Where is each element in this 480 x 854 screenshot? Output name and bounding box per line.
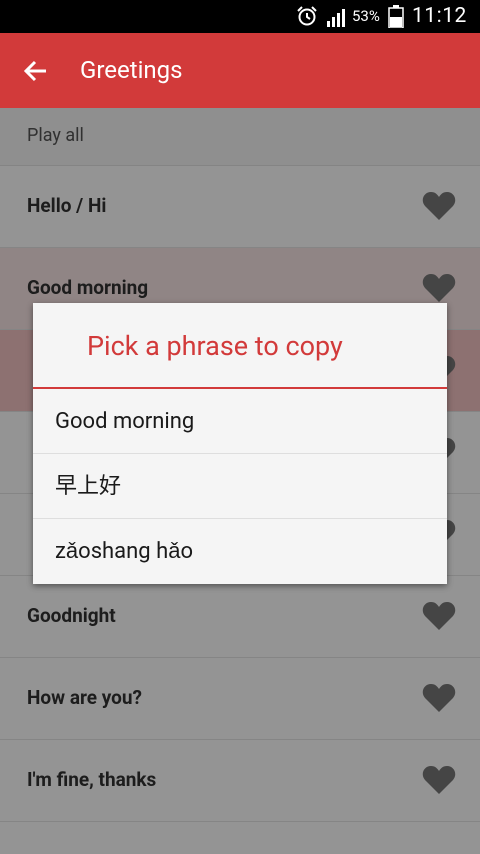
dialog-option-pinyin[interactable]: zǎoshang hǎo bbox=[33, 519, 447, 584]
battery-icon bbox=[388, 5, 404, 29]
battery-percent: 53% bbox=[352, 7, 380, 25]
option-label: zǎoshang hǎo bbox=[55, 539, 193, 564]
app-bar: Greetings bbox=[0, 33, 480, 108]
page-title: Greetings bbox=[80, 56, 183, 84]
alarm-icon bbox=[296, 5, 318, 27]
dialog-option-chinese[interactable]: 早上好 bbox=[33, 454, 447, 519]
signal-icon bbox=[326, 6, 348, 28]
dialog-title: Pick a phrase to copy bbox=[87, 330, 343, 362]
back-arrow-icon[interactable] bbox=[22, 57, 50, 85]
clock: 11:12 bbox=[412, 4, 467, 28]
copy-phrase-dialog: Pick a phrase to copy Good morning 早上好 z… bbox=[33, 303, 447, 584]
option-label: 早上好 bbox=[55, 474, 122, 499]
status-bar: 53% 11:12 bbox=[0, 0, 480, 33]
dialog-option-english[interactable]: Good morning bbox=[33, 389, 447, 454]
option-label: Good morning bbox=[55, 409, 195, 434]
